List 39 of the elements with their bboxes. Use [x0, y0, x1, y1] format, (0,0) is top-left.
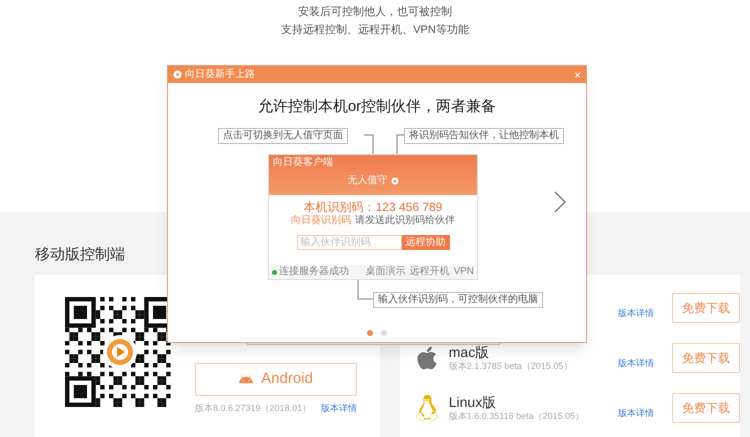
close-button[interactable]: × [574, 68, 581, 80]
status-text: 连接服务器成功 [279, 266, 349, 278]
logo-icon [173, 70, 182, 79]
footer-item[interactable]: 远程开机 [409, 266, 450, 278]
penguin-icon [414, 395, 439, 421]
code-note: 请发送此识别码给伙伴 [355, 215, 455, 227]
download-button[interactable]: 免费下载 [672, 343, 740, 373]
version-text: 版本1.6.0.35116 beta（2015.05） [448, 410, 584, 422]
version-text: 版本8.0.6.27319（2018.01） [195, 402, 312, 414]
android-button[interactable]: Android [195, 363, 357, 396]
intro-text: 支持远程控制、远程开机、VPN等功能 [281, 23, 469, 38]
details-link[interactable]: 版本详情 [618, 407, 654, 421]
preview-tab[interactable]: 无人值守 [348, 175, 388, 187]
details-link[interactable]: 版本详情 [321, 402, 357, 414]
platform-name: mac版 [448, 344, 490, 360]
download-button[interactable]: 免费下载 [672, 393, 740, 423]
footer-item[interactable]: 桌面演示 [365, 266, 406, 278]
callout-label: 点击可切换到无人值守页面 [218, 128, 348, 144]
chevron-right-icon[interactable] [554, 191, 566, 213]
device-code: 本机识别码：123 456 789 [304, 200, 442, 214]
code-hint: 向日葵识别码 [291, 215, 351, 227]
footer-item[interactable]: VPN [453, 266, 474, 278]
download-button[interactable]: 免费下载 [672, 293, 740, 323]
connect-button[interactable]: 远程协助 [402, 235, 450, 250]
intro-text: 安装后可控制他人，也可被控制 [298, 5, 452, 20]
details-link[interactable]: 版本详情 [618, 357, 654, 371]
section-title: 移动版控制端 [35, 245, 125, 265]
callout-label: 输入伙伴识别码，可控制伙伴的电脑 [373, 292, 543, 308]
gear-icon [390, 177, 398, 185]
platform-name: Linux版 [448, 394, 496, 410]
version-text: 版本2.1.3785 beta（2015.05） [448, 360, 572, 372]
preview-title: 向日葵客户端 [273, 157, 333, 169]
dialog-heading: 允许控制本机or控制伙伴，两者兼备 [258, 97, 496, 117]
partner-code-field[interactable]: 输入伙伴识别码 [296, 235, 402, 250]
apple-icon [414, 345, 439, 371]
dialog-title: 向日葵新手上路 [185, 68, 255, 80]
callout-label: 将识别码告知伙伴，让他控制本机 [404, 128, 564, 144]
status-dot-icon [272, 270, 277, 274]
details-link[interactable]: 版本详情 [618, 307, 654, 321]
